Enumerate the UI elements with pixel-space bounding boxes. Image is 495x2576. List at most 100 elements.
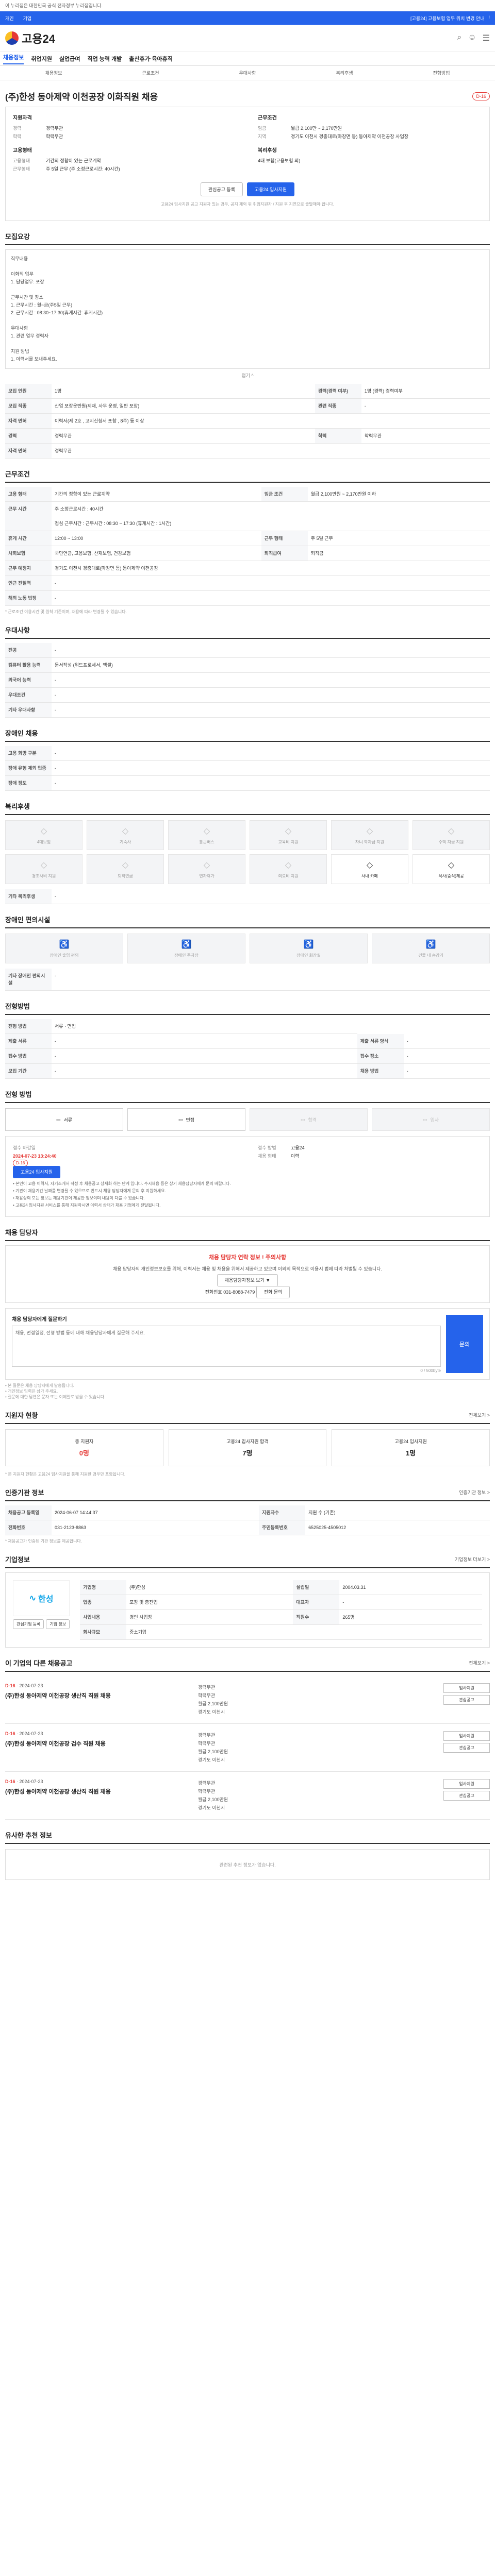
row-key: 설립일 xyxy=(293,1580,340,1595)
tab-conditions[interactable]: 근로조건 xyxy=(102,70,199,76)
company-info-button[interactable]: 기업 정보 xyxy=(46,1619,70,1629)
job-left: D-16 · 2024-07-23 (주)한성 동아제약 이천공장 생산직 직원 … xyxy=(5,1683,191,1716)
tab-recruit[interactable]: 채용정보 xyxy=(5,70,102,76)
menu-icon[interactable]: ☰ xyxy=(483,33,490,43)
row-key: 우대조건 xyxy=(5,687,52,703)
call-button[interactable]: 전화 문의 xyxy=(256,1286,290,1298)
company-more-link[interactable]: 기업정보 더보기 > xyxy=(455,1556,490,1563)
benefit-icon: ◇ xyxy=(203,860,210,870)
nav-unemployment[interactable]: 실업급여 xyxy=(59,55,80,63)
step-icon: ▭ xyxy=(422,1116,427,1122)
row-key: 전형 방법 xyxy=(5,1019,52,1034)
summary-value: 기간의 정함이 있는 근로계약 xyxy=(46,158,101,163)
row-key: 해외 노동 법정 xyxy=(5,590,52,606)
job-action-button[interactable]: 입사지원 xyxy=(443,1731,490,1741)
alert-icon: ! xyxy=(488,14,490,20)
step-icon: ▭ xyxy=(56,1116,61,1122)
info-more-link[interactable]: 인증기관 정보 > xyxy=(459,1489,490,1496)
row-value: 주 5일 근무 xyxy=(307,531,490,546)
meta-item: 경력무관 xyxy=(198,1685,216,1690)
row-value: 주 소정근로시간 : 40시간 점심 근무시간 : 근무시간 : 08:30 ~… xyxy=(52,501,490,531)
welfare-label: 식사(중식)제공 xyxy=(438,873,464,878)
job-title[interactable]: (주)한성 동아제약 이천공장 생산직 직원 채용 xyxy=(5,1787,191,1795)
others-more-link[interactable]: 전체보기 > xyxy=(469,1659,490,1666)
nav-training[interactable]: 직업 능력 개발 xyxy=(87,55,122,63)
cond-table: 고용 형태 기간의 정함이 있는 근로계약 임금 조건 월급 2,100만원 ~ 2,… xyxy=(5,487,490,606)
job-buttons: 입사지원관심공고 xyxy=(443,1731,490,1764)
fold-toggle[interactable]: 접기 ^ xyxy=(5,372,490,379)
row-value: 1명 (경력) 경력여부 xyxy=(361,384,490,399)
row-value: - xyxy=(52,702,490,718)
nav-employment-support[interactable]: 취업지원 xyxy=(31,55,52,63)
tab-welfare[interactable]: 복리후생 xyxy=(296,70,393,76)
pref-section: 우대사항 xyxy=(5,625,490,639)
deadline-value: 2024-07-23 13:24:40 xyxy=(13,1154,57,1159)
other-job-card[interactable]: D-16 · 2024-07-23 (주)한성 동아제약 이천공장 생산직 직원 … xyxy=(5,1772,490,1820)
byte-counter: 0 / 500byte xyxy=(420,1368,441,1373)
apply-button-2[interactable]: 고용24 입사지원 xyxy=(13,1166,61,1178)
row-value: 국민연금, 고용보험, 산재보험, 건강보험 xyxy=(52,546,261,561)
table-row: 고용 형태 기간의 정함이 있는 근로계약 임금 조건 월급 2,100만원 ~ 2,… xyxy=(5,487,490,502)
row-value: 2024-06-07 14:44:37 xyxy=(52,1505,259,1520)
tab-personal[interactable]: 개인 xyxy=(5,15,14,22)
job-action-button[interactable]: 입사지원 xyxy=(443,1683,490,1693)
row-key: 채용 방법 xyxy=(357,1063,404,1079)
job-title[interactable]: (주)한성 동아제약 이천공장 생산직 직원 채용 xyxy=(5,1691,191,1700)
row-key: 주민등록번호 xyxy=(259,1520,306,1535)
section-title: 전형방법 xyxy=(5,1003,30,1010)
job-left: D-16 · 2024-07-23 (주)한성 동아제약 이천공장 생산직 직원 … xyxy=(5,1779,191,1812)
site-logo[interactable]: 고용24 xyxy=(5,30,55,46)
other-job-card[interactable]: D-16 · 2024-07-23 (주)한성 동아제약 이천공장 생산직 직원 … xyxy=(5,1676,490,1724)
notice-link[interactable]: [고용24] 고용보험 업무 위치 변경 안내 xyxy=(410,15,484,22)
row-value: 문서작성 (워드프로세서, 엑셀) xyxy=(52,657,490,673)
row-value: 경기도 이천시 경충대로(마장면 등) 동아제약 이천공장 xyxy=(52,561,490,576)
nav-leave[interactable]: 출산휴가·육아휴직 xyxy=(129,55,173,63)
disab-table: 고용 희망 구분 - 장애 유형 제외 업종 - 장애 정도 - xyxy=(5,746,490,791)
row-value: 2004.03.31 xyxy=(339,1580,482,1595)
question-submit-button[interactable]: 문의 xyxy=(446,1315,483,1373)
job-title[interactable]: (주)한성 동아제약 이천공장 검수 직원 채용 xyxy=(5,1739,191,1748)
tab-preference[interactable]: 우대사항 xyxy=(199,70,296,76)
save-job-button[interactable]: 관심공고 등록 xyxy=(200,182,243,196)
other-job-card[interactable]: D-16 · 2024-07-23 (주)한성 동아제약 이천공장 검수 직원 채… xyxy=(5,1724,490,1772)
nav-jobs[interactable]: 채용정보 xyxy=(3,53,24,64)
tab-selection[interactable]: 전형방법 xyxy=(393,70,490,76)
status-more-link[interactable]: 전체보기 > xyxy=(469,1412,490,1418)
section-title: 이 기업의 다른 채용공고 xyxy=(5,1659,73,1667)
job-action-button[interactable]: 관심공고 xyxy=(443,1791,490,1801)
row-value: 031-2123-8863 xyxy=(52,1520,259,1535)
table-row: 접수 방법 - 접수 장소 - xyxy=(5,1048,490,1064)
benefit-icon: ◇ xyxy=(285,860,292,870)
user-icon[interactable]: ☺ xyxy=(468,33,476,43)
step-icon: ▭ xyxy=(178,1116,183,1122)
question-input[interactable] xyxy=(12,1326,441,1367)
tab-company[interactable]: 기업 xyxy=(23,15,32,22)
facility-chip: ♿ 장애인 화장실 xyxy=(250,934,368,963)
row-value: 기간의 정함이 있는 근로계약 xyxy=(52,487,261,502)
dday-badge: D-16 xyxy=(5,1731,15,1736)
show-manager-button[interactable]: 채용담당자정보 보기 ▼ xyxy=(217,1274,278,1286)
table-row: 사업내용 경인 사업장 직원수 265명 xyxy=(80,1609,482,1625)
welfare-section: 복리후생 xyxy=(5,801,490,815)
job-action-button[interactable]: 관심공고 xyxy=(443,1743,490,1753)
job-action-button[interactable]: 입사지원 xyxy=(443,1779,490,1789)
job-action-button[interactable]: 관심공고 xyxy=(443,1695,490,1705)
follow-company-button[interactable]: 관심기업 등록 xyxy=(13,1619,44,1629)
welfare-label: 연차휴가 xyxy=(199,873,214,878)
row-key: 접수 장소 xyxy=(357,1048,404,1064)
meta-item: 학력무관 xyxy=(198,1693,216,1698)
status-count: 0명 xyxy=(79,1449,89,1457)
search-icon[interactable]: ⌕ xyxy=(457,33,461,43)
row-key: 근무 시간 xyxy=(5,501,52,531)
summary-key: 학력 xyxy=(13,134,22,139)
period-key: 접수 방법 xyxy=(258,1145,276,1150)
step-label: 서류 xyxy=(63,1117,73,1123)
row-value: 경력무관 xyxy=(52,443,490,459)
period-value: 고용24 xyxy=(291,1145,305,1150)
cond-section: 근무조건 xyxy=(5,469,490,483)
row-key: 사회보험 xyxy=(5,546,52,561)
row-key: 관련 직종 xyxy=(315,398,361,414)
apply-button[interactable]: 고용24 입사지원 xyxy=(246,182,295,196)
welfare-chip: ◇ 퇴직연금 xyxy=(87,854,164,884)
row-key: 기업명 xyxy=(80,1580,127,1595)
